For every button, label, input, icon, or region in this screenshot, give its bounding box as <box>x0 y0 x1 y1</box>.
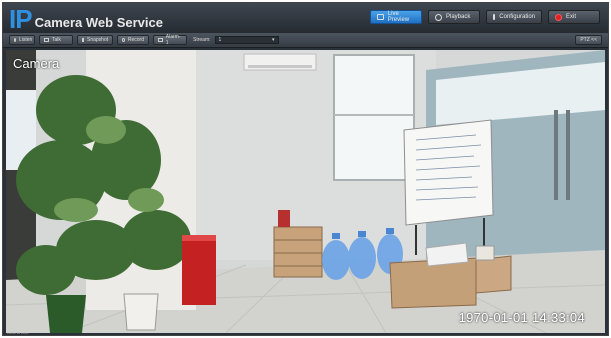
talk-button[interactable]: Talk <box>39 35 73 45</box>
headphone-icon <box>14 38 16 42</box>
camera-icon <box>82 38 84 42</box>
playback-button[interactable]: Playback <box>428 10 480 24</box>
record-label: Record <box>127 37 144 43</box>
ptz-toggle-button[interactable]: PTZ << <box>575 35 602 45</box>
alarm-button[interactable]: Alarm-1 <box>153 34 187 46</box>
list-icon <box>493 14 496 20</box>
header: IP Camera Web Service Live Preview Playb… <box>3 3 608 34</box>
playback-label: Playback <box>446 14 471 20</box>
logo-ip: IP <box>9 4 33 34</box>
logo: IP Camera Web Service <box>9 4 163 32</box>
app-title: Camera Web Service <box>34 15 163 30</box>
listen-label: Listen <box>19 37 33 43</box>
camera-label: Camera <box>13 56 60 71</box>
chevron-down-icon: ▾ <box>272 37 275 43</box>
top-navigation: Live Preview Playback Configuration Exit <box>370 10 600 24</box>
streams-select[interactable]: 1 ▾ <box>214 36 279 44</box>
status-bar: 1280x720 10fps <box>7 331 29 335</box>
snapshot-label: Snapshot <box>87 37 109 43</box>
alarm-icon <box>158 38 163 42</box>
talk-label: Talk <box>52 37 61 43</box>
toolbar: Listen Talk Snapshot Record Alarm-1 Stre… <box>3 33 608 48</box>
exit-label: Exit <box>566 14 577 20</box>
exit-button[interactable]: Exit <box>548 10 600 24</box>
camera-scene <box>6 50 605 333</box>
snapshot-button[interactable]: Snapshot <box>77 35 113 45</box>
streams-value: 1 <box>218 37 222 43</box>
power-icon <box>555 13 562 21</box>
timestamp-overlay: 1970-01-01 14:33:04 <box>458 310 585 325</box>
monitor-icon <box>377 14 384 20</box>
live-preview-label: Live Preview <box>387 11 410 23</box>
live-preview-button[interactable]: Live Preview <box>370 10 422 24</box>
app-window: IP Camera Web Service Live Preview Playb… <box>2 2 609 336</box>
streams-label: Stream: <box>193 37 211 43</box>
configuration-label: Configuration <box>499 14 535 20</box>
record-button[interactable]: Record <box>117 35 149 45</box>
record-icon <box>122 38 125 42</box>
microphone-icon <box>44 38 49 42</box>
configuration-button[interactable]: Configuration <box>486 10 542 24</box>
alarm-label: Alarm-1 <box>165 34 181 46</box>
video-stream[interactable]: Camera 1970-01-01 14:33:04 <box>6 50 605 333</box>
listen-button[interactable]: Listen <box>9 35 35 45</box>
playback-icon <box>435 13 442 21</box>
